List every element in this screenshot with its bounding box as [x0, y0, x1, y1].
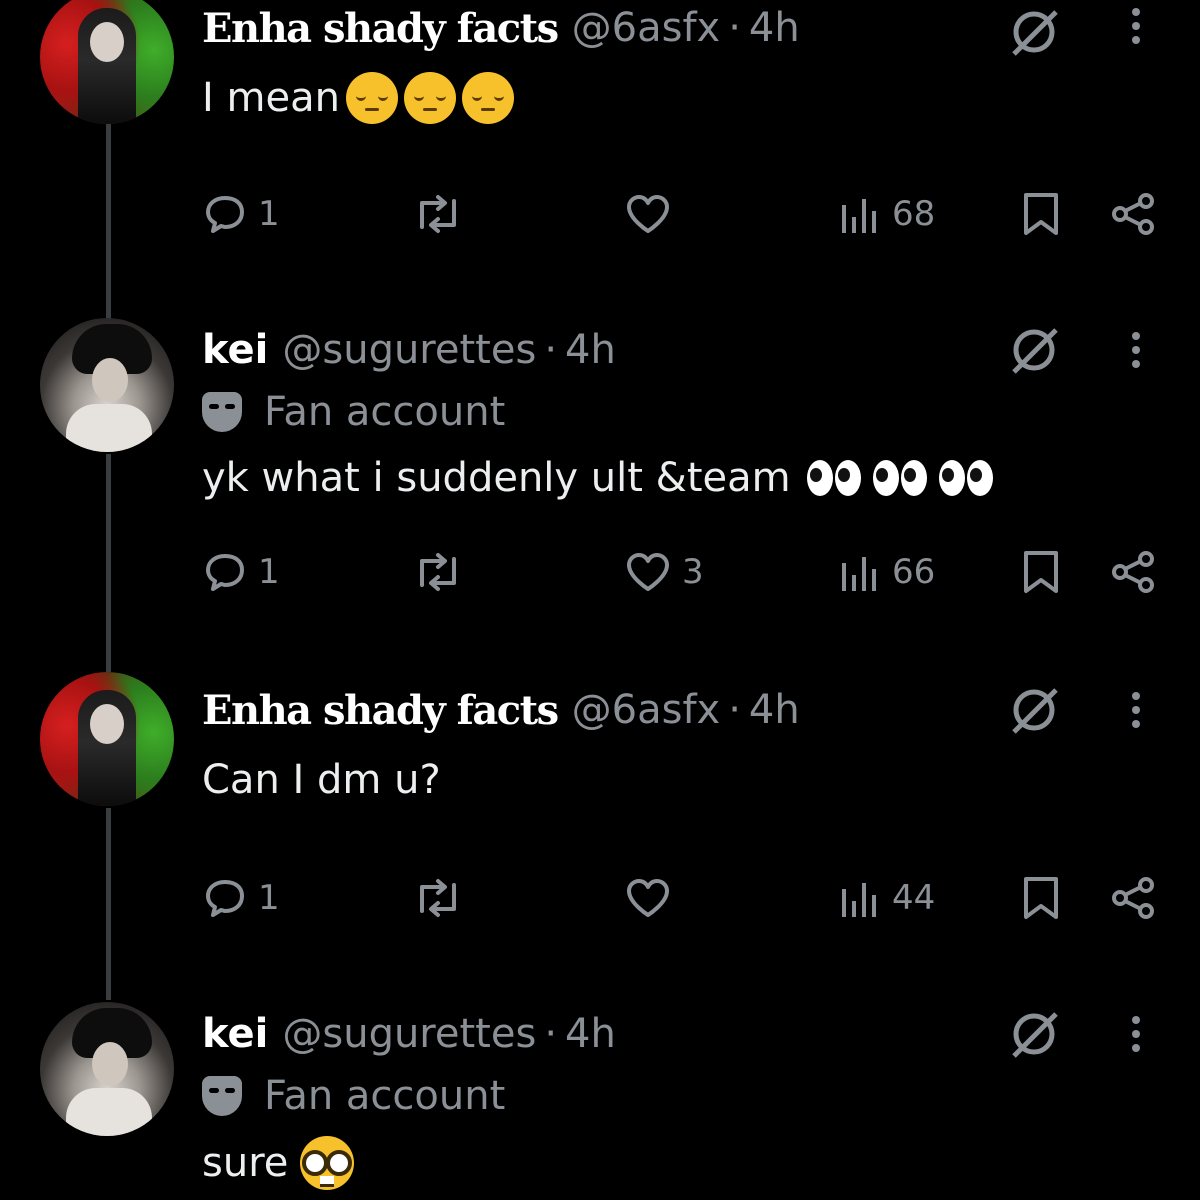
share-button[interactable]	[1110, 184, 1158, 244]
timestamp[interactable]: 4h	[565, 1011, 616, 1057]
heart-icon	[627, 879, 669, 917]
views-count: 66	[892, 552, 936, 592]
tweet-text: Can I dm u?	[202, 757, 441, 803]
grok-icon[interactable]	[1004, 1004, 1064, 1064]
grok-icon[interactable]	[1004, 2, 1064, 62]
share-icon	[1112, 551, 1154, 593]
heart-icon	[627, 553, 669, 591]
action-bar: 1 3 66	[0, 542, 1200, 602]
author-name[interactable]: kei	[202, 1011, 268, 1057]
more-options-icon[interactable]	[1126, 1004, 1146, 1064]
label-text: Fan account	[264, 389, 506, 435]
action-bar: 1 68	[0, 184, 1200, 244]
reply-button[interactable]: 1	[202, 184, 280, 244]
views-button[interactable]: 68	[838, 184, 935, 244]
author-handle[interactable]: @sugurettes	[282, 327, 536, 373]
pensive-face-emoji	[345, 72, 398, 124]
tweet-header: Enha shady facts @6asfx · 4h	[202, 680, 800, 740]
tweet-body: Can I dm u?	[202, 750, 441, 810]
bookmark-button[interactable]	[1020, 542, 1062, 602]
eyes-emoji	[938, 460, 995, 496]
like-button[interactable]: 3	[624, 542, 704, 602]
like-count: 3	[682, 552, 704, 592]
reply-count: 1	[258, 194, 280, 234]
grok-icon[interactable]	[1004, 680, 1064, 740]
retweet-button[interactable]	[410, 868, 466, 928]
bookmark-button[interactable]	[1020, 868, 1062, 928]
meta-separator: ·	[728, 5, 741, 51]
retweet-button[interactable]	[410, 542, 466, 602]
timestamp[interactable]: 4h	[565, 327, 616, 373]
tweet-body: I mean	[202, 66, 514, 130]
nerd-face-emoji	[300, 1136, 355, 1190]
bookmark-icon	[1024, 551, 1058, 593]
views-button[interactable]: 66	[838, 542, 935, 602]
retweet-button[interactable]	[410, 184, 466, 244]
retweet-icon	[420, 879, 456, 917]
action-bar: 1 44	[0, 868, 1200, 928]
label-text: Fan account	[264, 1073, 506, 1119]
tweet-text: sure	[202, 1140, 289, 1186]
reply-icon	[206, 196, 244, 233]
views-count: 68	[892, 194, 936, 234]
views-icon	[842, 199, 876, 233]
bookmark-icon	[1024, 193, 1058, 235]
grok-icon[interactable]	[1004, 320, 1064, 380]
author-handle[interactable]: @6asfx	[572, 5, 721, 51]
eyes-emoji	[872, 460, 929, 496]
retweet-icon	[420, 195, 456, 233]
avatar[interactable]	[40, 318, 174, 452]
meta-separator: ·	[544, 1011, 558, 1057]
heart-icon	[627, 195, 669, 233]
fan-account-label: Fan account	[202, 384, 505, 440]
share-button[interactable]	[1110, 868, 1158, 928]
mask-icon	[202, 392, 242, 432]
bookmark-button[interactable]	[1020, 184, 1062, 244]
like-button[interactable]	[624, 184, 672, 244]
views-icon	[842, 883, 876, 917]
author-handle[interactable]: @sugurettes	[282, 1011, 536, 1057]
share-button[interactable]	[1110, 542, 1158, 602]
reply-button[interactable]: 1	[202, 542, 280, 602]
avatar[interactable]	[40, 1002, 174, 1136]
views-icon	[842, 557, 876, 591]
reply-count: 1	[258, 878, 280, 918]
reply-icon	[206, 880, 244, 917]
share-icon	[1112, 193, 1154, 235]
bookmark-icon	[1024, 877, 1058, 919]
more-options-icon[interactable]	[1126, 680, 1146, 740]
meta-separator: ·	[544, 327, 558, 373]
avatar[interactable]	[40, 672, 174, 806]
tweet-body: sure	[202, 1132, 355, 1194]
timestamp[interactable]: 4h	[749, 687, 800, 733]
reply-count: 1	[258, 552, 280, 592]
pensive-face-emoji	[403, 72, 456, 124]
views-button[interactable]: 44	[838, 868, 935, 928]
eyes-emoji	[806, 460, 863, 496]
share-icon	[1112, 877, 1154, 919]
tweet-body: yk what i suddenly ult &team	[202, 448, 995, 508]
avatar[interactable]	[40, 0, 174, 124]
meta-separator: ·	[728, 687, 741, 733]
author-handle[interactable]: @6asfx	[572, 687, 721, 733]
tweet-header: Enha shady facts @6asfx · 4h	[202, 0, 800, 58]
author-name[interactable]: Enha shady facts	[202, 5, 559, 52]
tweet-header: kei @sugurettes · 4h	[202, 320, 616, 380]
retweet-icon	[420, 553, 456, 591]
tweet-text: yk what i suddenly ult &team	[202, 455, 791, 501]
author-name[interactable]: Enha shady facts	[202, 687, 559, 734]
like-button[interactable]	[624, 868, 672, 928]
tweet-header: kei @sugurettes · 4h	[202, 1004, 616, 1064]
reply-button[interactable]: 1	[202, 868, 280, 928]
more-options-icon[interactable]	[1126, 320, 1146, 380]
more-options-icon[interactable]	[1126, 0, 1146, 58]
mask-icon	[202, 1076, 242, 1116]
views-count: 44	[892, 878, 936, 918]
pensive-face-emoji	[461, 72, 514, 124]
timestamp[interactable]: 4h	[749, 5, 800, 51]
reply-icon	[206, 554, 244, 591]
fan-account-label: Fan account	[202, 1068, 505, 1124]
author-name[interactable]: kei	[202, 327, 268, 373]
tweet-text: I mean	[202, 75, 340, 121]
